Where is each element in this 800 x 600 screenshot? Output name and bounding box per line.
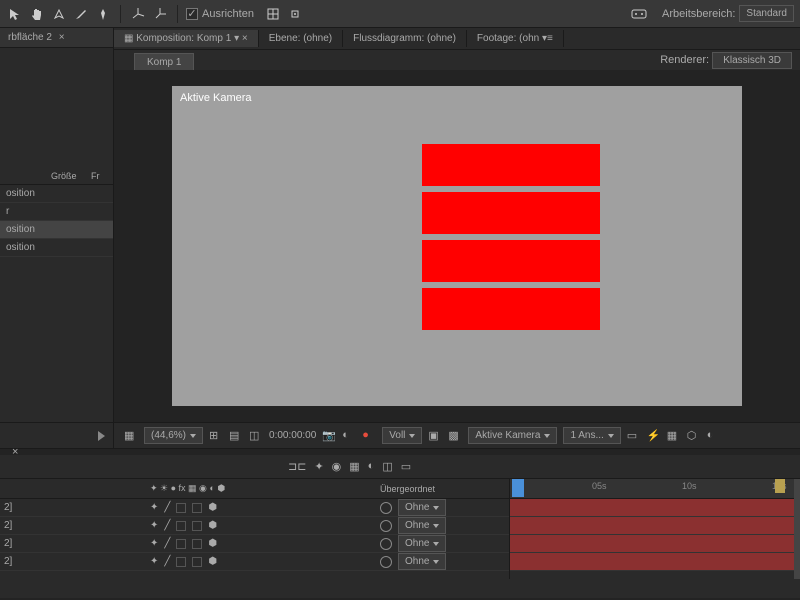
star-icon[interactable]: ✦: [314, 460, 323, 473]
parent-dropdown[interactable]: Ohne: [398, 535, 446, 552]
timeline-panel: × ⊐⊏ ✦ ◉ ▦ ◐ ◫ ▭ ✦ ☀ ● fx ▦ ◉ ◐ ⬢ Überge…: [0, 448, 800, 598]
axis-local-icon[interactable]: [129, 5, 147, 23]
timeline-tracks[interactable]: 05s 10s 15s: [510, 479, 800, 579]
pickwhip-icon[interactable]: [380, 556, 392, 568]
camera-dropdown[interactable]: Aktive Kamera: [468, 427, 557, 444]
layer-row[interactable]: 2] ✦╱⬢ Ohne: [0, 499, 509, 517]
tab-composition[interactable]: ▦ Komposition: Komp 1 ▾ ×: [114, 30, 259, 47]
pin-tool-icon[interactable]: [94, 5, 112, 23]
brain-icon[interactable]: ◐: [368, 460, 375, 473]
renderer-label: Renderer:: [660, 54, 709, 66]
layer-shape[interactable]: [422, 144, 600, 186]
frame-blend-icon[interactable]: ◫: [382, 460, 392, 473]
parent-dropdown[interactable]: Ohne: [398, 517, 446, 534]
layer-shape[interactable]: [422, 288, 600, 330]
layer-row[interactable]: 2] ✦╱⬢ Ohne: [0, 517, 509, 535]
parent-dropdown[interactable]: Ohne: [398, 499, 446, 516]
snap-point-icon[interactable]: [286, 5, 304, 23]
tab-flowchart[interactable]: Flussdiagramm: (ohne): [343, 30, 467, 47]
camera-label: Aktive Kamera: [180, 92, 252, 104]
flowchart-icon[interactable]: ⬡: [687, 429, 701, 443]
comp-name-tab[interactable]: Komp 1: [134, 53, 194, 72]
hand-tool-icon[interactable]: [28, 5, 46, 23]
timeline-icon[interactable]: ▦: [667, 429, 681, 443]
timeline-toolbar: ⊐⊏ ✦ ◉ ▦ ◐ ◫ ▭: [0, 455, 800, 479]
exposure-icon[interactable]: ◐: [707, 429, 721, 443]
zoom-dropdown[interactable]: (44,6%): [144, 427, 203, 444]
composition-viewport[interactable]: Aktive Kamera: [172, 86, 742, 406]
property-row[interactable]: osition: [0, 185, 113, 203]
work-area-end[interactable]: [775, 479, 785, 493]
project-panel: rbfläche 2 × Größe Fr osition r osition …: [0, 28, 114, 448]
align-label: Ausrichten: [202, 8, 254, 20]
column-header: Größe Fr: [0, 168, 113, 185]
play-icon[interactable]: [98, 431, 105, 441]
renderer-button[interactable]: Klassisch 3D: [712, 52, 792, 69]
layer-track[interactable]: [510, 535, 800, 553]
scrollbar[interactable]: [794, 479, 800, 579]
layer-track[interactable]: [510, 517, 800, 535]
layer-row[interactable]: 2] ✦╱⬢ Ohne: [0, 535, 509, 553]
pickwhip-icon[interactable]: [380, 520, 392, 532]
pickwhip-icon[interactable]: [380, 538, 392, 550]
snapshot-icon[interactable]: 📷: [322, 429, 336, 443]
time-ruler[interactable]: 05s 10s 15s: [510, 479, 800, 499]
brush-tool-icon[interactable]: [72, 5, 90, 23]
layer-track[interactable]: [510, 499, 800, 517]
pickwhip-icon[interactable]: [380, 502, 392, 514]
comp-subheader: Komp 1 Renderer: Klassisch 3D: [114, 50, 800, 70]
parent-dropdown[interactable]: Ohne: [398, 553, 446, 570]
pen-tool-icon[interactable]: [50, 5, 68, 23]
pixel-aspect-icon[interactable]: ▭: [627, 429, 641, 443]
3d-icon[interactable]: ▭: [401, 460, 411, 473]
channel-icon[interactable]: ◐: [342, 429, 356, 443]
current-time-indicator[interactable]: [512, 479, 524, 497]
mask-icon[interactable]: ◫: [249, 429, 263, 443]
snap-grid-icon[interactable]: [264, 5, 282, 23]
timeline-columns: ✦ ☀ ● fx ▦ ◉ ◐ ⬢ Übergeordnet: [0, 479, 509, 499]
color-icon[interactable]: ●: [362, 429, 376, 443]
roi-icon[interactable]: ▣: [428, 429, 442, 443]
viewer-controls: ▦ (44,6%) ⊞ ▤ ◫ 0:00:00:00 📷 ◐ ● Voll ▣ …: [114, 422, 800, 448]
grid-icon[interactable]: ▤: [229, 429, 243, 443]
panel-close-icon[interactable]: ×: [8, 446, 22, 458]
close-icon[interactable]: ×: [55, 32, 69, 43]
property-row[interactable]: osition: [0, 239, 113, 257]
property-row[interactable]: r: [0, 203, 113, 221]
transparency-icon[interactable]: ▩: [448, 429, 462, 443]
fast-preview-icon[interactable]: ⚡: [647, 429, 661, 443]
align-checkbox[interactable]: ✓: [186, 8, 198, 20]
timecode-display[interactable]: 0:00:00:00: [269, 430, 316, 441]
shy-icon[interactable]: ⊐⊏: [288, 460, 306, 473]
composition-panel: ▦ Komposition: Komp 1 ▾ × Ebene: (ohne) …: [114, 28, 800, 448]
safe-zones-icon[interactable]: ⊞: [209, 429, 223, 443]
property-list: osition r osition osition: [0, 185, 113, 422]
layer-row[interactable]: 2] ✦╱⬢ Ohne: [0, 553, 509, 571]
always-preview-icon[interactable]: ▦: [124, 429, 138, 443]
axis-world-icon[interactable]: [151, 5, 169, 23]
tab-layer[interactable]: Ebene: (ohne): [259, 30, 343, 47]
property-row[interactable]: osition: [0, 221, 113, 239]
tab-footage[interactable]: Footage: (ohn ▾≡: [467, 30, 564, 47]
motion-blur-icon[interactable]: ◉: [332, 460, 342, 473]
panel-tabs: ▦ Komposition: Komp 1 ▾ × Ebene: (ohne) …: [114, 28, 800, 50]
layer-list: ✦ ☀ ● fx ▦ ◉ ◐ ⬢ Übergeordnet 2] ✦╱⬢ Ohn…: [0, 479, 510, 579]
views-dropdown[interactable]: 1 Ans...: [563, 427, 620, 444]
layer-shape[interactable]: [422, 192, 600, 234]
workspace-label: Arbeitsbereich:: [662, 8, 735, 20]
workspace-dropdown[interactable]: Standard: [739, 5, 794, 22]
layer-shape[interactable]: [422, 240, 600, 282]
panel-tab[interactable]: rbfläche 2 ×: [0, 28, 113, 48]
selection-tool-icon[interactable]: [6, 5, 24, 23]
layer-track[interactable]: [510, 553, 800, 571]
separator: [120, 5, 121, 23]
main-toolbar: ✓ Ausrichten Arbeitsbereich: Standard: [0, 0, 800, 28]
graph-icon[interactable]: ▦: [349, 460, 359, 473]
separator: [177, 5, 178, 23]
search-icon[interactable]: [630, 5, 648, 23]
resolution-dropdown[interactable]: Voll: [382, 427, 422, 444]
